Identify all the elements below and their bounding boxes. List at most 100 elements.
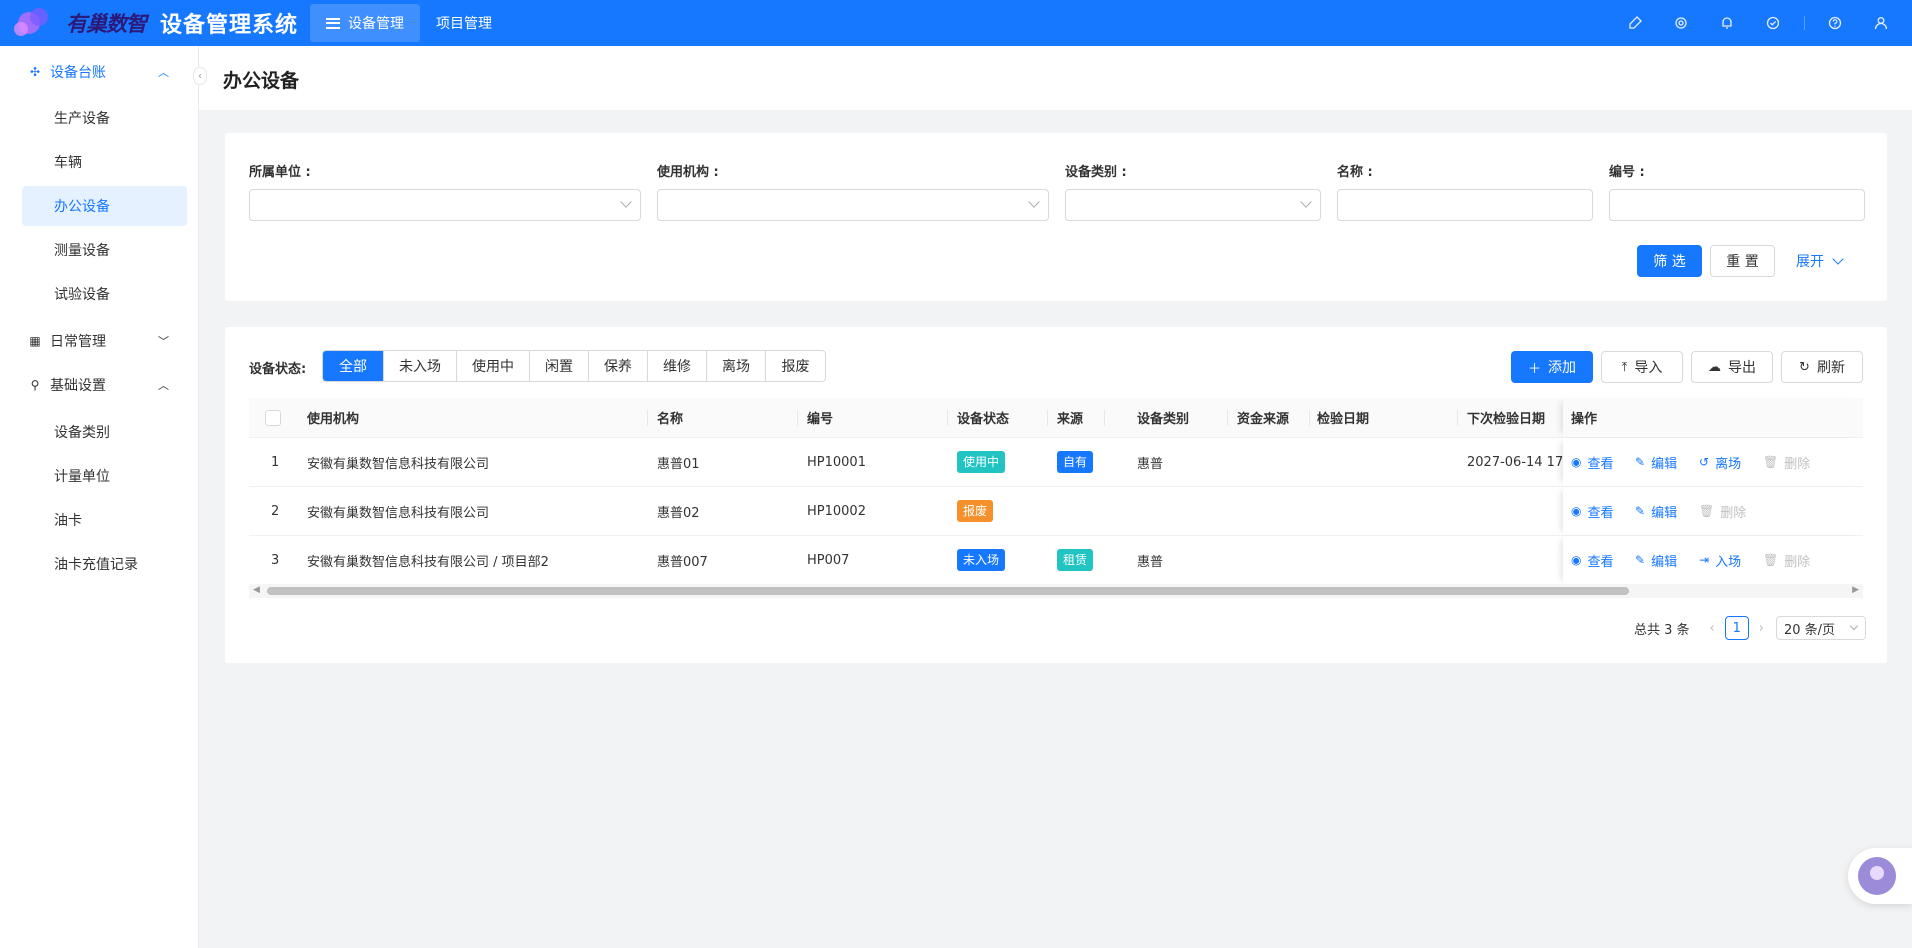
scroll-left-icon[interactable]: ◀: [253, 585, 260, 595]
column-divider: [947, 410, 948, 426]
col-name[interactable]: 名称: [657, 398, 683, 437]
bell-icon[interactable]: [1704, 0, 1750, 46]
enter-button[interactable]: ⇥ 入场: [1699, 536, 1741, 584]
brush-icon[interactable]: [1612, 0, 1658, 46]
prev-page-icon[interactable]: ‹: [1710, 621, 1715, 636]
edit-button[interactable]: ✎ 编辑: [1635, 438, 1677, 486]
status-badge: 报废: [957, 500, 994, 522]
horizontal-scrollbar[interactable]: ◀ ▶: [249, 584, 1863, 598]
eye-icon: ◉: [1571, 455, 1582, 469]
delete-button[interactable]: 🗑 删除: [1699, 487, 1746, 535]
sidebar-item-production[interactable]: 生产设备: [22, 98, 187, 138]
view-button[interactable]: ◉ 查看: [1571, 487, 1614, 535]
sidebar-item-fuel-card[interactable]: 油卡: [22, 500, 187, 540]
scroll-right-icon[interactable]: ▶: [1852, 585, 1859, 595]
filter-unit-select[interactable]: [249, 189, 641, 221]
top-header: 有巢数智 设备管理系统 设备管理 项目管理: [0, 0, 1912, 46]
sidebar-group-basic[interactable]: ⚲ 基础设置 ︿: [0, 363, 199, 407]
col-source[interactable]: 来源: [1057, 398, 1083, 437]
chevron-down-icon: [620, 196, 632, 208]
status-idle[interactable]: 闲置: [529, 351, 588, 381]
sidebar-item-measurement[interactable]: 测量设备: [22, 230, 187, 270]
sidebar-collapse-button[interactable]: ‹: [193, 67, 207, 85]
status-not-entered[interactable]: 未入场: [383, 351, 456, 381]
add-button[interactable]: ＋ 添加: [1511, 351, 1593, 383]
status-left[interactable]: 离场: [706, 351, 765, 381]
filter-code-input[interactable]: [1609, 189, 1865, 221]
cell-org: 安徽有巢数智信息科技有限公司 / 项目部2: [307, 554, 549, 570]
sidebar-item-unit[interactable]: 计量单位: [22, 456, 187, 496]
next-page-icon[interactable]: ›: [1759, 621, 1764, 636]
op-label: 离场: [1715, 456, 1742, 472]
edit-button[interactable]: ✎ 编辑: [1635, 487, 1677, 535]
edit-button[interactable]: ✎ 编辑: [1635, 536, 1677, 584]
scrollbar-thumb[interactable]: [267, 587, 1629, 595]
filter-card: 所属单位 : 使用机构 : 设备类别 : 名称 : 编号 : 筛 选 重 置 展…: [225, 133, 1887, 301]
cell-code: HP10001: [807, 454, 866, 470]
status-maintenance[interactable]: 保养: [588, 351, 647, 381]
delete-button[interactable]: 🗑 删除: [1763, 536, 1810, 584]
column-divider: [1457, 410, 1458, 426]
page-1-button[interactable]: 1: [1724, 616, 1749, 640]
col-code[interactable]: 编号: [807, 398, 833, 437]
expand-button[interactable]: 展开: [1796, 251, 1844, 271]
filter-name-input[interactable]: [1337, 189, 1593, 221]
view-button[interactable]: ◉ 查看: [1571, 438, 1614, 486]
page-title: 办公设备: [223, 70, 300, 92]
cell-name: 惠普02: [657, 505, 700, 521]
sidebar-item-recharge[interactable]: 油卡充值记录: [22, 544, 187, 584]
sidebar-item-office[interactable]: 办公设备: [22, 186, 187, 226]
column-divider: [1309, 410, 1310, 426]
exit-button[interactable]: ↺ 离场: [1699, 438, 1741, 486]
filter-category-select[interactable]: [1065, 189, 1321, 221]
sidebar-item-label: 油卡充值记录: [54, 557, 138, 573]
refresh-button[interactable]: ↻ 刷新: [1781, 351, 1863, 383]
status-repair[interactable]: 维修: [647, 351, 706, 381]
settings-icon[interactable]: [1658, 0, 1704, 46]
layout-icon: ▦: [29, 334, 41, 348]
sidebar-item-label: 油卡: [54, 513, 82, 529]
col-category[interactable]: 设备类别: [1137, 398, 1189, 437]
col-next-inspect[interactable]: 下次检验日期: [1467, 398, 1545, 437]
status-segments: 全部 未入场 使用中 闲置 保养 维修 离场 报废: [322, 350, 826, 382]
status-scrapped[interactable]: 报废: [765, 351, 825, 381]
sidebar-item-label: 计量单位: [54, 469, 110, 485]
view-button[interactable]: ◉ 查看: [1571, 536, 1614, 584]
col-org[interactable]: 使用机构: [307, 398, 359, 437]
nav-tab-projects[interactable]: 项目管理: [420, 4, 508, 42]
help-icon[interactable]: [1812, 0, 1858, 46]
table-row: 1 安徽有巢数智信息科技有限公司 惠普01 HP10001 使用中 自有 惠普 …: [249, 438, 1863, 487]
chevron-down-icon: [1300, 196, 1312, 208]
nav-tab-equipment[interactable]: 设备管理: [310, 4, 421, 42]
delete-button[interactable]: 🗑 删除: [1763, 438, 1810, 486]
col-status[interactable]: 设备状态: [957, 398, 1009, 437]
assistant-float-button[interactable]: [1848, 848, 1912, 904]
import-button[interactable]: ⤒ 导入: [1601, 351, 1683, 383]
filter-org-select[interactable]: [657, 189, 1049, 221]
op-label: 删除: [1720, 505, 1747, 521]
sidebar-item-category[interactable]: 设备类别: [22, 412, 187, 452]
reset-button[interactable]: 重 置: [1710, 245, 1775, 277]
status-in-use[interactable]: 使用中: [456, 351, 529, 381]
status-all[interactable]: 全部: [323, 351, 383, 381]
status-filter-label: 设备状态:: [249, 362, 307, 377]
col-fund[interactable]: 资金来源: [1237, 398, 1289, 437]
page-size-select[interactable]: 20 条/页: [1775, 616, 1866, 640]
sidebar: ✣ 设备台账 ︿ 生产设备 车辆 办公设备 测量设备 试验设备 ▦ 日常管理 ﹀…: [0, 46, 199, 948]
sidebar-item-vehicles[interactable]: 车辆: [22, 142, 187, 182]
sidebar-item-testing[interactable]: 试验设备: [22, 274, 187, 314]
check-circle-icon[interactable]: [1750, 0, 1796, 46]
sidebar-group-daily[interactable]: ▦ 日常管理 ﹀: [0, 319, 199, 363]
export-button[interactable]: ☁ 导出: [1691, 351, 1773, 383]
col-inspect-date[interactable]: 检验日期: [1317, 398, 1369, 437]
user-icon[interactable]: [1858, 0, 1904, 46]
select-all-checkbox[interactable]: [265, 409, 281, 426]
op-label: 查看: [1587, 505, 1614, 521]
logo[interactable]: 有巢数智: [14, 0, 147, 46]
plus-icon: ＋: [1527, 361, 1541, 377]
trash-icon: 🗑: [1763, 455, 1779, 469]
filter-button[interactable]: 筛 选: [1637, 245, 1702, 277]
sidebar-group-ledger[interactable]: ✣ 设备台账 ︿: [0, 50, 199, 94]
row-index: 1: [271, 454, 280, 470]
edit-icon: ✎: [1635, 455, 1646, 469]
